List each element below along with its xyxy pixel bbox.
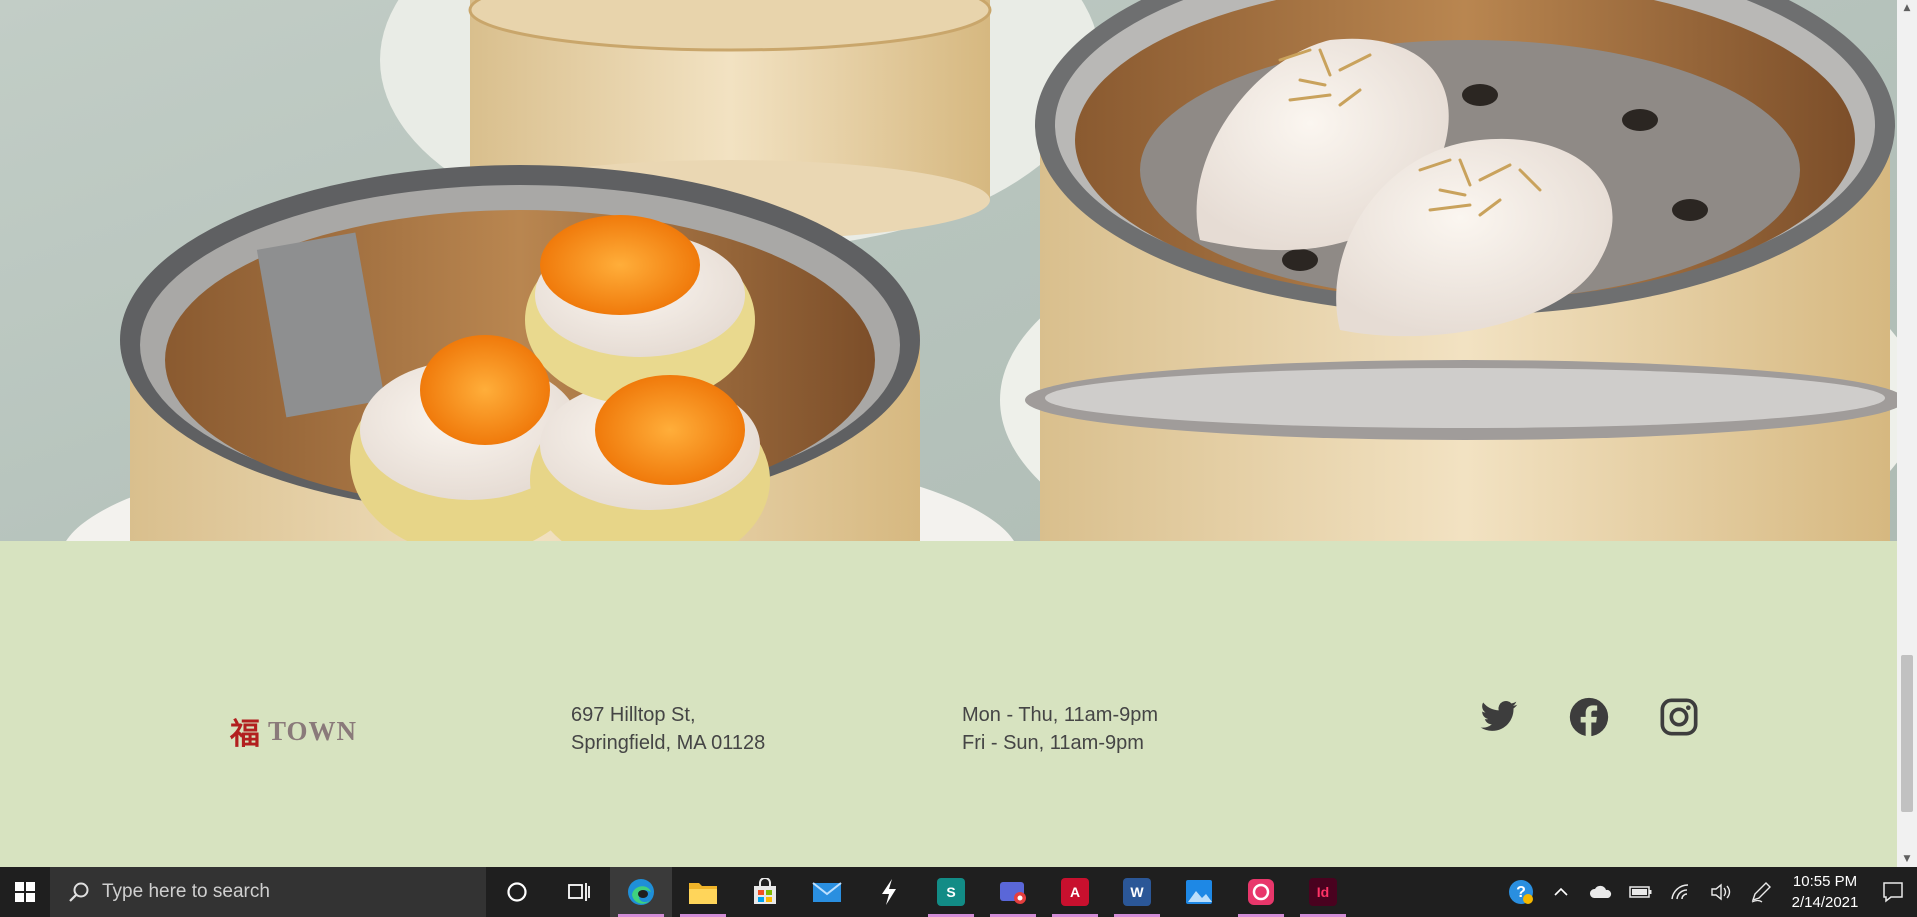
facebook-link[interactable] <box>1569 697 1609 737</box>
file-explorer-icon <box>689 883 717 904</box>
show-hidden-icons-button[interactable] <box>1541 867 1581 917</box>
clock-date: 2/14/2021 <box>1791 894 1859 911</box>
indesign-button[interactable]: Id <box>1292 867 1354 917</box>
volume-button[interactable] <box>1701 867 1741 917</box>
twitter-link[interactable] <box>1479 697 1519 737</box>
address-line-2: Springfield, MA 01128 <box>571 732 766 754</box>
word-button[interactable]: W <box>1106 867 1168 917</box>
address: 697 Hilltop St, Springfield, MA 01128 <box>571 701 765 757</box>
task-view-icon <box>568 883 590 901</box>
town-logo[interactable]: 福 TOWN <box>230 709 357 753</box>
store-button[interactable] <box>734 867 796 917</box>
hero-image <box>0 0 1897 541</box>
pen-button[interactable] <box>1741 867 1781 917</box>
scroll-up-icon[interactable]: ▲ <box>1897 0 1917 16</box>
acrobat-button[interactable]: A <box>1044 867 1106 917</box>
task-view-button[interactable] <box>548 867 610 917</box>
store-icon <box>754 878 776 904</box>
wifi-button[interactable] <box>1661 867 1701 917</box>
vertical-scrollbar[interactable]: ▲ ▼ <box>1897 0 1917 867</box>
notification-icon <box>1883 882 1903 903</box>
indesign-icon: Id <box>1309 878 1337 906</box>
snip-button[interactable] <box>982 867 1044 917</box>
mail-icon <box>812 882 842 902</box>
edge-icon <box>628 879 654 905</box>
edge-button[interactable] <box>610 867 672 917</box>
cortana-button[interactable] <box>486 867 548 917</box>
dim-sum-photo <box>66 0 1897 541</box>
file-explorer-button[interactable] <box>672 867 734 917</box>
creative-cloud-button[interactable] <box>1230 867 1292 917</box>
instagram-link[interactable] <box>1659 697 1699 737</box>
creative-cloud-icon <box>1248 879 1274 905</box>
sway-button[interactable]: S <box>920 867 982 917</box>
taskbar-search[interactable] <box>50 867 486 917</box>
mail-button[interactable] <box>796 867 858 917</box>
cortana-icon <box>507 882 527 902</box>
help-icon: ? <box>1509 880 1533 904</box>
sway-icon: S <box>937 878 965 906</box>
system-tray: ? 10:55 PM 2/14/2021 <box>1501 867 1917 917</box>
battery-icon <box>1629 886 1652 898</box>
pen-icon <box>1751 882 1771 903</box>
hours-line-2: Fri - Sun, 11am-9pm <box>962 732 1144 754</box>
windows-taskbar: S A W Id ? <box>0 867 1917 917</box>
search-input[interactable] <box>102 881 462 903</box>
chevron-up-icon <box>1554 887 1568 896</box>
app-icon <box>882 879 896 905</box>
battery-button[interactable] <box>1621 867 1661 917</box>
volume-icon <box>1711 883 1731 901</box>
help-button[interactable]: ? <box>1501 867 1541 917</box>
opening-hours: Mon - Thu, 11am-9pm Fri - Sun, 11am-9pm <box>962 701 1158 757</box>
site-footer: 福 TOWN 697 Hilltop St, Springfield, MA 0… <box>0 541 1897 867</box>
scroll-down-icon[interactable]: ▼ <box>1897 851 1917 867</box>
scroll-thumb[interactable] <box>1901 655 1913 812</box>
onedrive-button[interactable] <box>1581 867 1621 917</box>
facebook-icon <box>1569 697 1609 737</box>
app-button[interactable] <box>858 867 920 917</box>
action-center-button[interactable] <box>1869 867 1917 917</box>
search-icon <box>69 882 89 902</box>
snip-icon <box>1000 882 1026 904</box>
windows-logo-icon <box>15 882 35 902</box>
twitter-icon <box>1480 701 1518 731</box>
logo-character: 福 <box>230 717 260 752</box>
acrobat-icon: A <box>1061 878 1089 906</box>
address-line-1: 697 Hilltop St, <box>571 704 696 726</box>
logo-wordmark: TOWN <box>268 715 358 746</box>
onedrive-icon <box>1589 885 1612 898</box>
word-icon: W <box>1123 878 1151 906</box>
photos-button[interactable] <box>1168 867 1230 917</box>
clock-time: 10:55 PM <box>1792 873 1858 890</box>
wifi-icon <box>1671 884 1689 900</box>
hours-line-1: Mon - Thu, 11am-9pm <box>962 704 1159 726</box>
start-button[interactable] <box>0 867 50 917</box>
web-page: 福 TOWN 697 Hilltop St, Springfield, MA 0… <box>0 0 1897 867</box>
taskbar-clock[interactable]: 10:55 PM 2/14/2021 <box>1781 871 1869 913</box>
instagram-icon <box>1660 698 1698 736</box>
photos-icon <box>1186 880 1212 904</box>
